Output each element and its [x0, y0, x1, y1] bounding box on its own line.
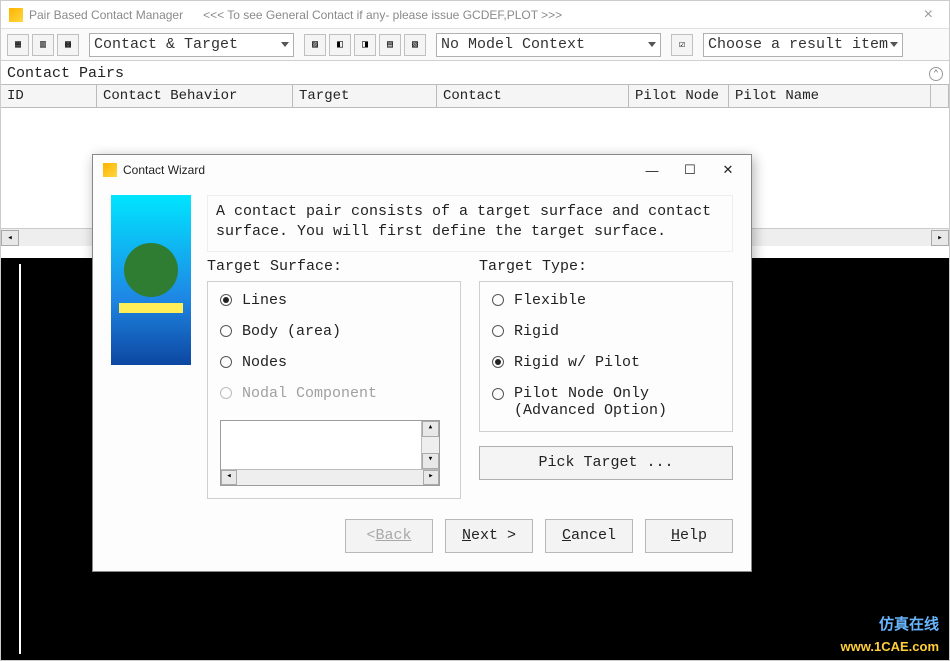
section-label: Contact Pairs ⌃ — [1, 61, 949, 84]
close-button[interactable]: ✕ — [709, 157, 747, 183]
next-button[interactable]: Next > — [445, 519, 533, 553]
radio-icon — [492, 294, 504, 306]
col-pilot-name[interactable]: Pilot Name — [729, 85, 931, 107]
col-scroll[interactable] — [931, 85, 949, 107]
radio-icon — [220, 387, 232, 399]
radio-icon — [220, 356, 232, 368]
chevron-down-icon — [890, 42, 898, 47]
chevron-down-icon — [648, 42, 656, 47]
radio-flexible-label: Flexible — [514, 292, 586, 309]
watermark-cn: 仿真在线 — [879, 613, 939, 634]
listbox-hscroll[interactable]: ◂▸ — [221, 469, 439, 485]
wizard-titlebar[interactable]: Contact Wizard — ☐ ✕ — [93, 155, 751, 185]
col-behavior[interactable]: Contact Behavior — [97, 85, 293, 107]
radio-icon — [220, 325, 232, 337]
section-label-text: Contact Pairs — [7, 65, 124, 82]
target-surface-group: Lines Body (area) Nodes Nodal Compo — [207, 281, 461, 499]
radio-icon — [492, 325, 504, 337]
back-button: < Back — [345, 519, 433, 553]
toolbar-button-2[interactable]: ▥ — [32, 34, 54, 56]
target-surface-label: Target Surface: — [207, 258, 461, 275]
col-target[interactable]: Target — [293, 85, 437, 107]
radio-nodal-component: Nodal Component — [220, 385, 448, 402]
toolbar-button-4[interactable]: ▨ — [304, 34, 326, 56]
radio-nodes[interactable]: Nodes — [220, 354, 448, 371]
toolbar-button-9[interactable]: ☑ — [671, 34, 693, 56]
radio-pilot-only[interactable]: Pilot Node Only (Advanced Option) — [492, 385, 720, 419]
window-subtitle: <<< To see General Contact if any- pleas… — [203, 8, 916, 22]
wizard-illustration — [111, 195, 191, 365]
rollup-icon[interactable]: ⌃ — [929, 67, 943, 81]
toolbar-button-5[interactable]: ◧ — [329, 34, 351, 56]
combo-model-context-text: No Model Context — [441, 36, 585, 53]
watermark-url: www.1CAE.com — [841, 639, 939, 654]
toolbar-button-8[interactable]: ▧ — [404, 34, 426, 56]
component-listbox[interactable]: ▴▾ ◂▸ — [220, 420, 440, 486]
radio-rigid-label: Rigid — [514, 323, 559, 340]
pick-target-label: Pick Target ... — [538, 454, 673, 471]
radio-flexible[interactable]: Flexible — [492, 292, 720, 309]
wizard-button-row: < Back Next > Cancel Help — [93, 505, 751, 571]
radio-icon — [492, 388, 504, 400]
listbox-vscroll[interactable]: ▴▾ — [421, 421, 439, 469]
target-type-group: Flexible Rigid Rigid w/ Pilot — [479, 281, 733, 432]
maximize-button[interactable]: ☐ — [671, 157, 709, 183]
radio-nodal-label: Nodal Component — [242, 385, 377, 402]
main-titlebar: Pair Based Contact Manager <<< To see Ge… — [1, 1, 949, 29]
radio-pilot-only-label: Pilot Node Only (Advanced Option) — [514, 385, 667, 419]
app-icon — [9, 8, 23, 22]
combo-model-context[interactable]: No Model Context — [436, 33, 661, 57]
combo-contact-target[interactable]: Contact & Target — [89, 33, 294, 57]
cancel-button[interactable]: Cancel — [545, 519, 633, 553]
radio-rigid-pilot[interactable]: Rigid w/ Pilot — [492, 354, 720, 371]
contact-wizard-dialog: Contact Wizard — ☐ ✕ A contact pair cons… — [92, 154, 752, 572]
toolbar-button-3[interactable]: ▩ — [57, 34, 79, 56]
chevron-down-icon — [281, 42, 289, 47]
wizard-title: Contact Wizard — [123, 163, 205, 177]
combo-contact-target-text: Contact & Target — [94, 36, 238, 53]
col-pilot-node[interactable]: Pilot Node — [629, 85, 729, 107]
toolbar-button-6[interactable]: ◨ — [354, 34, 376, 56]
radio-body[interactable]: Body (area) — [220, 323, 448, 340]
combo-result-item-text: Choose a result item — [708, 36, 888, 53]
scroll-right-icon[interactable]: ▸ — [931, 230, 949, 246]
app-icon — [103, 163, 117, 177]
radio-nodes-label: Nodes — [242, 354, 287, 371]
radio-icon — [492, 356, 504, 368]
radio-icon — [220, 294, 232, 306]
toolbar-button-1[interactable]: ▦ — [7, 34, 29, 56]
col-id[interactable]: ID — [1, 85, 97, 107]
grid-header: ID Contact Behavior Target Contact Pilot… — [1, 84, 949, 108]
combo-result-item[interactable]: Choose a result item — [703, 33, 903, 57]
radio-lines[interactable]: Lines — [220, 292, 448, 309]
close-icon[interactable]: × — [916, 6, 941, 24]
scroll-left-icon[interactable]: ◂ — [1, 230, 19, 246]
main-toolbar: ▦ ▥ ▩ Contact & Target ▨ ◧ ◨ ▤ ▧ No Mode… — [1, 29, 949, 61]
radio-rigid[interactable]: Rigid — [492, 323, 720, 340]
radio-rigid-pilot-label: Rigid w/ Pilot — [514, 354, 640, 371]
wizard-intro-text: A contact pair consists of a target surf… — [207, 195, 733, 252]
minimize-button[interactable]: — — [633, 157, 671, 183]
help-button[interactable]: Help — [645, 519, 733, 553]
window-title: Pair Based Contact Manager — [29, 8, 183, 22]
radio-body-label: Body (area) — [242, 323, 341, 340]
pick-target-button[interactable]: Pick Target ... — [479, 446, 733, 480]
target-type-label: Target Type: — [479, 258, 733, 275]
col-contact[interactable]: Contact — [437, 85, 629, 107]
toolbar-button-7[interactable]: ▤ — [379, 34, 401, 56]
radio-lines-label: Lines — [242, 292, 287, 309]
